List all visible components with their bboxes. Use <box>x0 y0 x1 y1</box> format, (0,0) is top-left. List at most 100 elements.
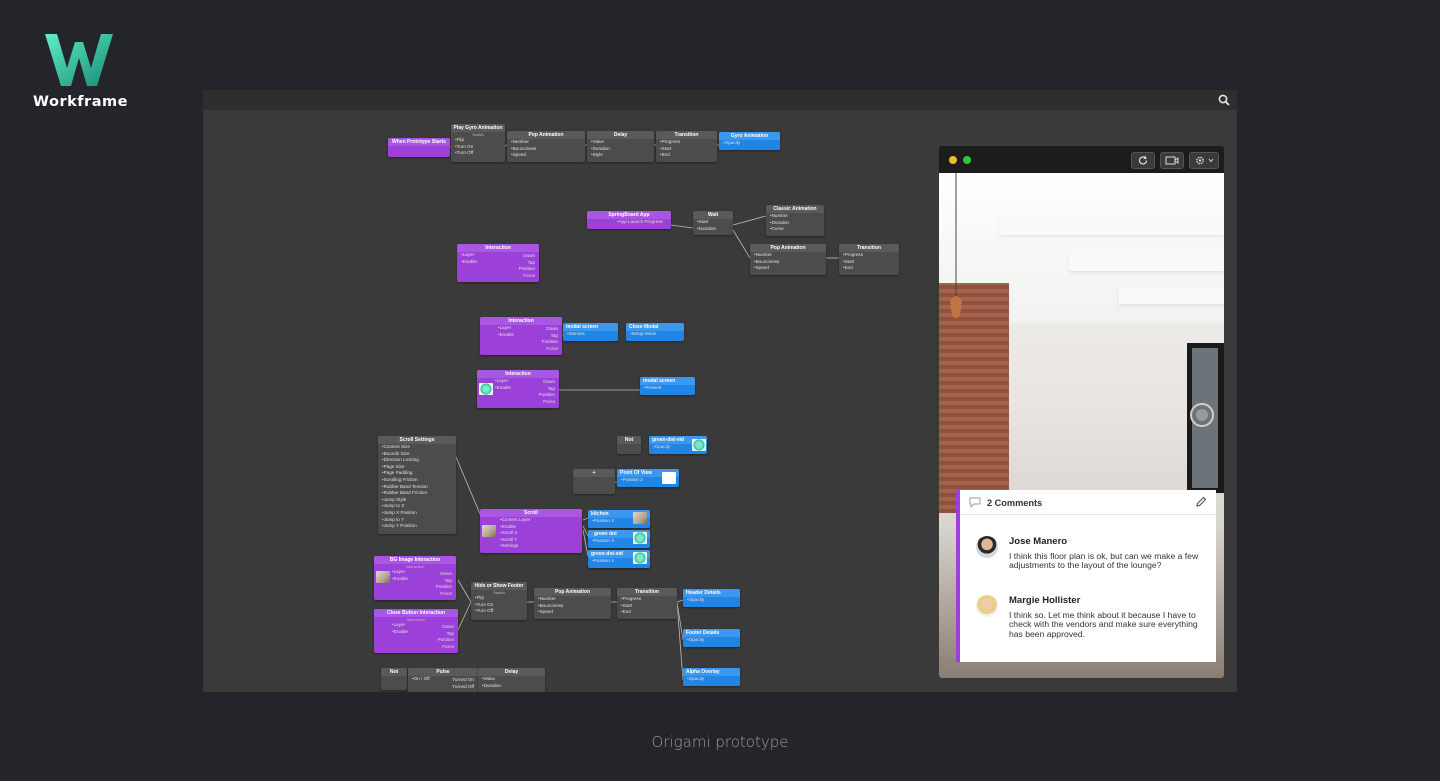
patch-title: When Prototype Starts <box>388 138 450 146</box>
comment-text: I think so. Let me think about it becaus… <box>1009 610 1198 639</box>
patch-title: Footer Details <box>683 629 740 637</box>
pencil-icon[interactable] <box>1195 496 1207 508</box>
patch-input: Dismiss <box>563 331 618 338</box>
patch-input: Setup Mode <box>626 331 684 338</box>
patch-output: Position <box>541 339 558 345</box>
patch-output: Down <box>543 379 555 384</box>
comments-panel[interactable]: 2 Comments Jose Manero I think this floo… <box>956 490 1216 662</box>
patch-input: Direction Locking <box>378 457 456 464</box>
patch-input: Turn Off <box>471 608 527 615</box>
patch-outputs: Down Tap Position Force <box>519 253 535 279</box>
settings-button[interactable] <box>1189 152 1219 169</box>
patch-interaction-1[interactable]: Interaction Layer Enable Down Tap Positi… <box>457 244 539 282</box>
patch-title: Alpha Overlay <box>683 668 740 676</box>
patch-input: Flip <box>471 595 527 602</box>
patch-when-prototype-starts[interactable]: When Prototype Starts <box>388 138 450 157</box>
patch-pop-animation-2[interactable]: Pop Animation Number Bounciness Speed <box>750 244 826 275</box>
patch-title: Interaction <box>480 317 562 325</box>
comment-text: I think this floor plan is ok, but can w… <box>1009 551 1199 571</box>
patch-outputs: Down Tap Position Force <box>539 379 555 405</box>
patch-header-details[interactable]: Header Details Opacity <box>683 589 740 607</box>
patch-scroll-settings[interactable]: Scroll Settings Content Size Bounds Size… <box>378 436 456 534</box>
record-button[interactable] <box>1160 152 1184 169</box>
patch-interaction-2[interactable]: Interaction Layer Enable Down Tap Positi… <box>480 317 562 355</box>
patch-input: Scrolling Friction <box>378 477 456 484</box>
patch-output: Tap <box>547 385 555 391</box>
patch-close-button-interaction[interactable]: Close Button Interaction Interaction Lay… <box>374 609 458 653</box>
window-zoom-icon[interactable] <box>963 156 971 164</box>
patch-pop-animation-1[interactable]: Pop Animation Number Bounciness Speed <box>507 131 585 162</box>
patch-input: Content Size <box>378 444 456 451</box>
patch-plus[interactable]: + <box>573 469 615 494</box>
patch-output: Down <box>442 624 454 629</box>
patch-input: End <box>656 152 717 159</box>
patch-modal-screen-1[interactable]: modal screen Dismiss <box>563 323 618 341</box>
window-minimize-icon[interactable] <box>949 156 957 164</box>
patch-gyro-animation[interactable]: Gyro Animation Opacity <box>719 132 780 150</box>
avatar <box>976 536 998 558</box>
patch-input: Settings <box>480 543 582 550</box>
patch-input: Rubber Band Tension <box>378 484 456 491</box>
patch-input: End <box>839 265 899 272</box>
patch-play-gyro-animation[interactable]: Play Gyro Animation Switch Flip Turn On … <box>451 124 505 162</box>
patch-title: Interaction <box>477 370 559 378</box>
patch-input: Duration <box>587 146 654 153</box>
patch-delay-2[interactable]: Delay Value Duration <box>478 668 545 692</box>
settings-icon <box>1196 156 1214 165</box>
pendant-lamp <box>950 173 1214 427</box>
patch-title: Classic Animation <box>766 205 824 213</box>
patch-input: Present <box>640 385 695 392</box>
patch-input: Scroll Y <box>480 537 582 544</box>
patch-input: Duration <box>478 683 545 690</box>
patch-outputs: Down Tap Position Force <box>438 624 454 650</box>
patch-classic-animation[interactable]: Classic Animation Number Duration Curve <box>766 205 824 236</box>
patch-outputs: Down Tap Position Force <box>436 571 452 597</box>
patch-footer-details[interactable]: Footer Details Opacity <box>683 629 740 647</box>
search-icon[interactable] <box>1217 93 1231 107</box>
patch-outputs: Down Tap Position Force <box>542 326 558 352</box>
patch-output: Force <box>546 345 558 351</box>
patch-wait[interactable]: Wait Start Duration <box>693 211 733 235</box>
patch-input: Number <box>507 139 585 146</box>
patch-transition-3[interactable]: Transition Progress Start End <box>617 588 677 619</box>
patch-title: BG Image Interaction <box>374 556 456 564</box>
patch-input: Page Size <box>378 464 456 471</box>
patch-input: Speed <box>750 265 826 272</box>
refresh-icon <box>1138 155 1148 165</box>
patch-title: modal screen <box>640 377 695 385</box>
patch-transition-2[interactable]: Transition Progress Start End <box>839 244 899 275</box>
patch-delay-1[interactable]: Delay Value Duration Style <box>587 131 654 162</box>
workframe-logo: Workframe <box>33 34 127 110</box>
patch-close-modal[interactable]: Close Modal Setup Mode <box>626 323 684 341</box>
bg-image-thumbnail <box>376 571 390 583</box>
room-thumbnail <box>482 525 496 537</box>
refresh-button[interactable] <box>1131 152 1155 169</box>
patch-output: Turned On <box>452 677 474 682</box>
patch-not-2[interactable]: Not <box>381 668 407 690</box>
patch-input: Rubber Band Friction <box>378 490 456 497</box>
patch-input: Page Padding <box>378 470 456 477</box>
patch-alpha-overlay[interactable]: Alpha Overlay Opacity <box>683 668 740 686</box>
patch-input: Start <box>839 259 899 266</box>
patch-title: Interaction <box>457 244 539 252</box>
patch-input: Number <box>534 596 611 603</box>
patch-transition-1[interactable]: Transition Progress Start End <box>656 131 717 162</box>
patch-output: Position <box>518 266 535 272</box>
patch-input: Progress <box>656 139 717 146</box>
patch-not-1[interactable]: Not <box>617 436 641 454</box>
patch-input: Opacity <box>719 140 780 147</box>
patch-output: Down <box>440 571 452 576</box>
patch-input: Value <box>587 139 654 146</box>
patch-pulse[interactable]: Pulse On / Off Turned On Turned Off <box>408 668 478 692</box>
patch-title: + <box>573 469 615 477</box>
patch-springboard-app[interactable]: SpringBoard App App Launch Progress <box>587 211 671 229</box>
patch-input: Duration <box>766 220 824 227</box>
patch-modal-screen-2[interactable]: modal screen Present <box>640 377 695 395</box>
patch-input: Speed <box>534 609 611 616</box>
patch-pop-animation-3[interactable]: Pop Animation Number Bounciness Speed <box>534 588 611 619</box>
image-caption: Origami prototype <box>651 733 789 751</box>
patch-input: Speed <box>507 152 585 159</box>
patch-output: Down <box>546 326 558 331</box>
green-dot-thumbnail <box>633 532 647 544</box>
patch-hide-or-show-footer[interactable]: Hide or Show Footer Switch Flip Turn On … <box>471 582 527 620</box>
